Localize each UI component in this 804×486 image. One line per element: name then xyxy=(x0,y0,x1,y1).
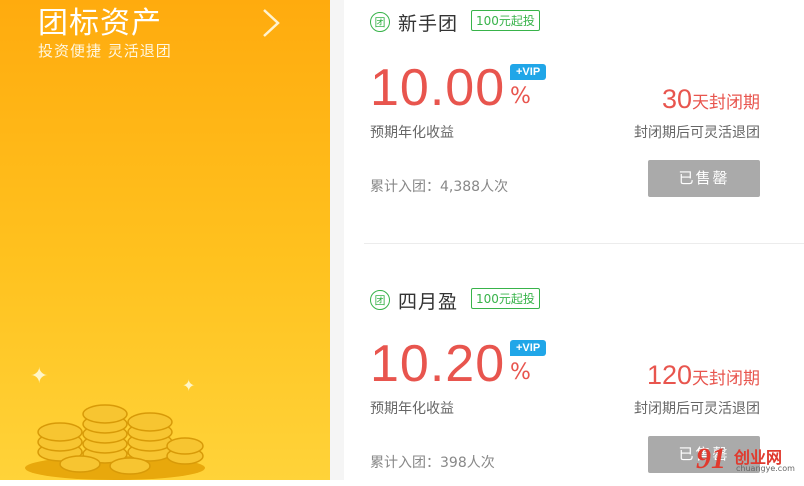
column-separator xyxy=(330,0,344,480)
lock-note: 封闭期后可灵活退团 xyxy=(634,125,760,141)
vip-badge: +VIP xyxy=(510,340,547,356)
lock-unit: 天封闭期 xyxy=(692,369,760,389)
card-divider xyxy=(364,243,804,244)
lock-period: 120天封闭期 xyxy=(647,360,760,391)
site-watermark: 91 创业网 chuangye.com xyxy=(696,442,802,476)
rate-label: 预期年化收益 xyxy=(370,401,454,417)
promo-panel[interactable]: 团标资产 投资便捷 灵活退团 ✦ ✦ xyxy=(0,0,330,480)
coin-stack-icon xyxy=(25,404,205,480)
lock-period: 30天封闭期 xyxy=(662,84,760,115)
join-count: 累计入团：4,388人次 xyxy=(370,179,509,195)
product-name: 新手团 xyxy=(398,13,459,35)
lock-days: 30 xyxy=(661,84,692,114)
watermark-logo: 91 xyxy=(696,442,726,475)
panel-subtitle: 投资便捷 灵活退团 xyxy=(38,42,172,60)
chevron-right-icon[interactable] xyxy=(258,8,284,38)
lock-days: 120 xyxy=(646,360,692,390)
min-invest-badge: 100元起投 xyxy=(471,10,540,31)
expected-rate: 10.00 xyxy=(370,59,506,117)
watermark-url: chuangye.com xyxy=(736,464,795,473)
rate-percent: % xyxy=(510,360,531,385)
lock-unit: 天封闭期 xyxy=(692,93,760,113)
sold-out-button[interactable]: 已售罄 xyxy=(648,160,760,197)
group-icon: 团 xyxy=(370,12,390,32)
rate-label: 预期年化收益 xyxy=(370,125,454,141)
panel-title: 团标资产 xyxy=(38,6,162,41)
product-card[interactable]: 团 新手团 100元起投 10.00 +VIP % 预期年化收益 30天封闭期 … xyxy=(344,0,804,240)
product-name: 四月盈 xyxy=(398,291,459,313)
group-icon: 团 xyxy=(370,290,390,310)
vip-badge: +VIP xyxy=(510,64,547,80)
lock-note: 封闭期后可灵活退团 xyxy=(634,401,760,417)
min-invest-badge: 100元起投 xyxy=(471,288,540,309)
expected-rate: 10.20 xyxy=(370,335,506,393)
join-count: 累计入团：398人次 xyxy=(370,455,495,471)
rate-percent: % xyxy=(510,84,531,109)
